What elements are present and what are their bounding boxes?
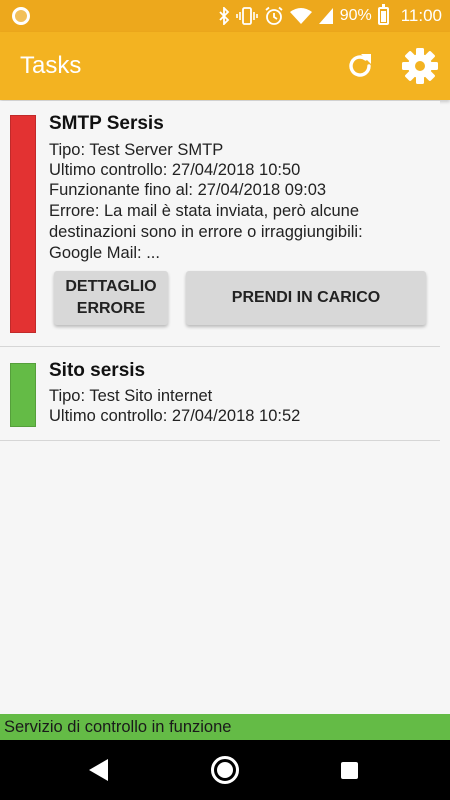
service-status-bar: Servizio di controllo in funzione xyxy=(0,714,450,740)
wifi-icon xyxy=(289,6,312,26)
app-bar: Tasks xyxy=(0,32,450,100)
page-title: Tasks xyxy=(20,52,82,79)
status-bar: 90% 11:00 xyxy=(0,0,450,32)
take-charge-button[interactable]: PRENDI IN CARICO xyxy=(186,271,426,325)
settings-icon xyxy=(402,48,438,84)
task-type: Tipo: Test Server SMTP xyxy=(49,141,224,159)
task-type: Tipo: Test Sito internet xyxy=(49,387,213,405)
task-last-check: Ultimo controllo: 27/04/2018 10:52 xyxy=(49,407,301,425)
back-icon[interactable] xyxy=(88,758,110,787)
refresh-button[interactable] xyxy=(340,46,380,86)
alarm-icon xyxy=(264,6,284,26)
bluetooth-icon xyxy=(218,6,230,26)
recent-apps-icon[interactable] xyxy=(341,762,358,779)
task-working-until: Funzionante fino al: 27/04/2018 09:03 xyxy=(49,181,327,199)
battery-icon xyxy=(377,4,389,25)
settings-button[interactable] xyxy=(398,44,442,88)
status-icons: 90% 11:00 xyxy=(218,0,442,32)
task-error-message: Errore: La mail è stata inviata, però al… xyxy=(49,202,363,262)
cell-signal-icon xyxy=(318,6,334,26)
task-title: Sito sersis xyxy=(49,360,146,381)
status-indicator-ok xyxy=(10,363,36,427)
clock: 11:00 xyxy=(400,6,442,25)
vibrate-icon xyxy=(235,6,258,26)
refresh-icon xyxy=(349,54,371,77)
notification-circle-icon xyxy=(12,7,30,25)
battery-percent: 90% xyxy=(339,7,372,24)
task-item-smtp-sersis[interactable]: SMTP Sersis Tipo: Test Server SMTP Ultim… xyxy=(0,101,440,347)
status-indicator-error xyxy=(10,115,36,333)
task-last-check: Ultimo controllo: 27/04/2018 10:50 xyxy=(49,161,301,179)
task-item-sito-sersis[interactable]: Sito sersis Tipo: Test Sito internet Ult… xyxy=(0,347,440,441)
task-title: SMTP Sersis xyxy=(49,113,164,134)
error-detail-button[interactable]: DETTAGLIO ERRORE xyxy=(54,271,168,325)
home-icon[interactable] xyxy=(211,756,239,784)
navigation-bar xyxy=(0,740,450,800)
